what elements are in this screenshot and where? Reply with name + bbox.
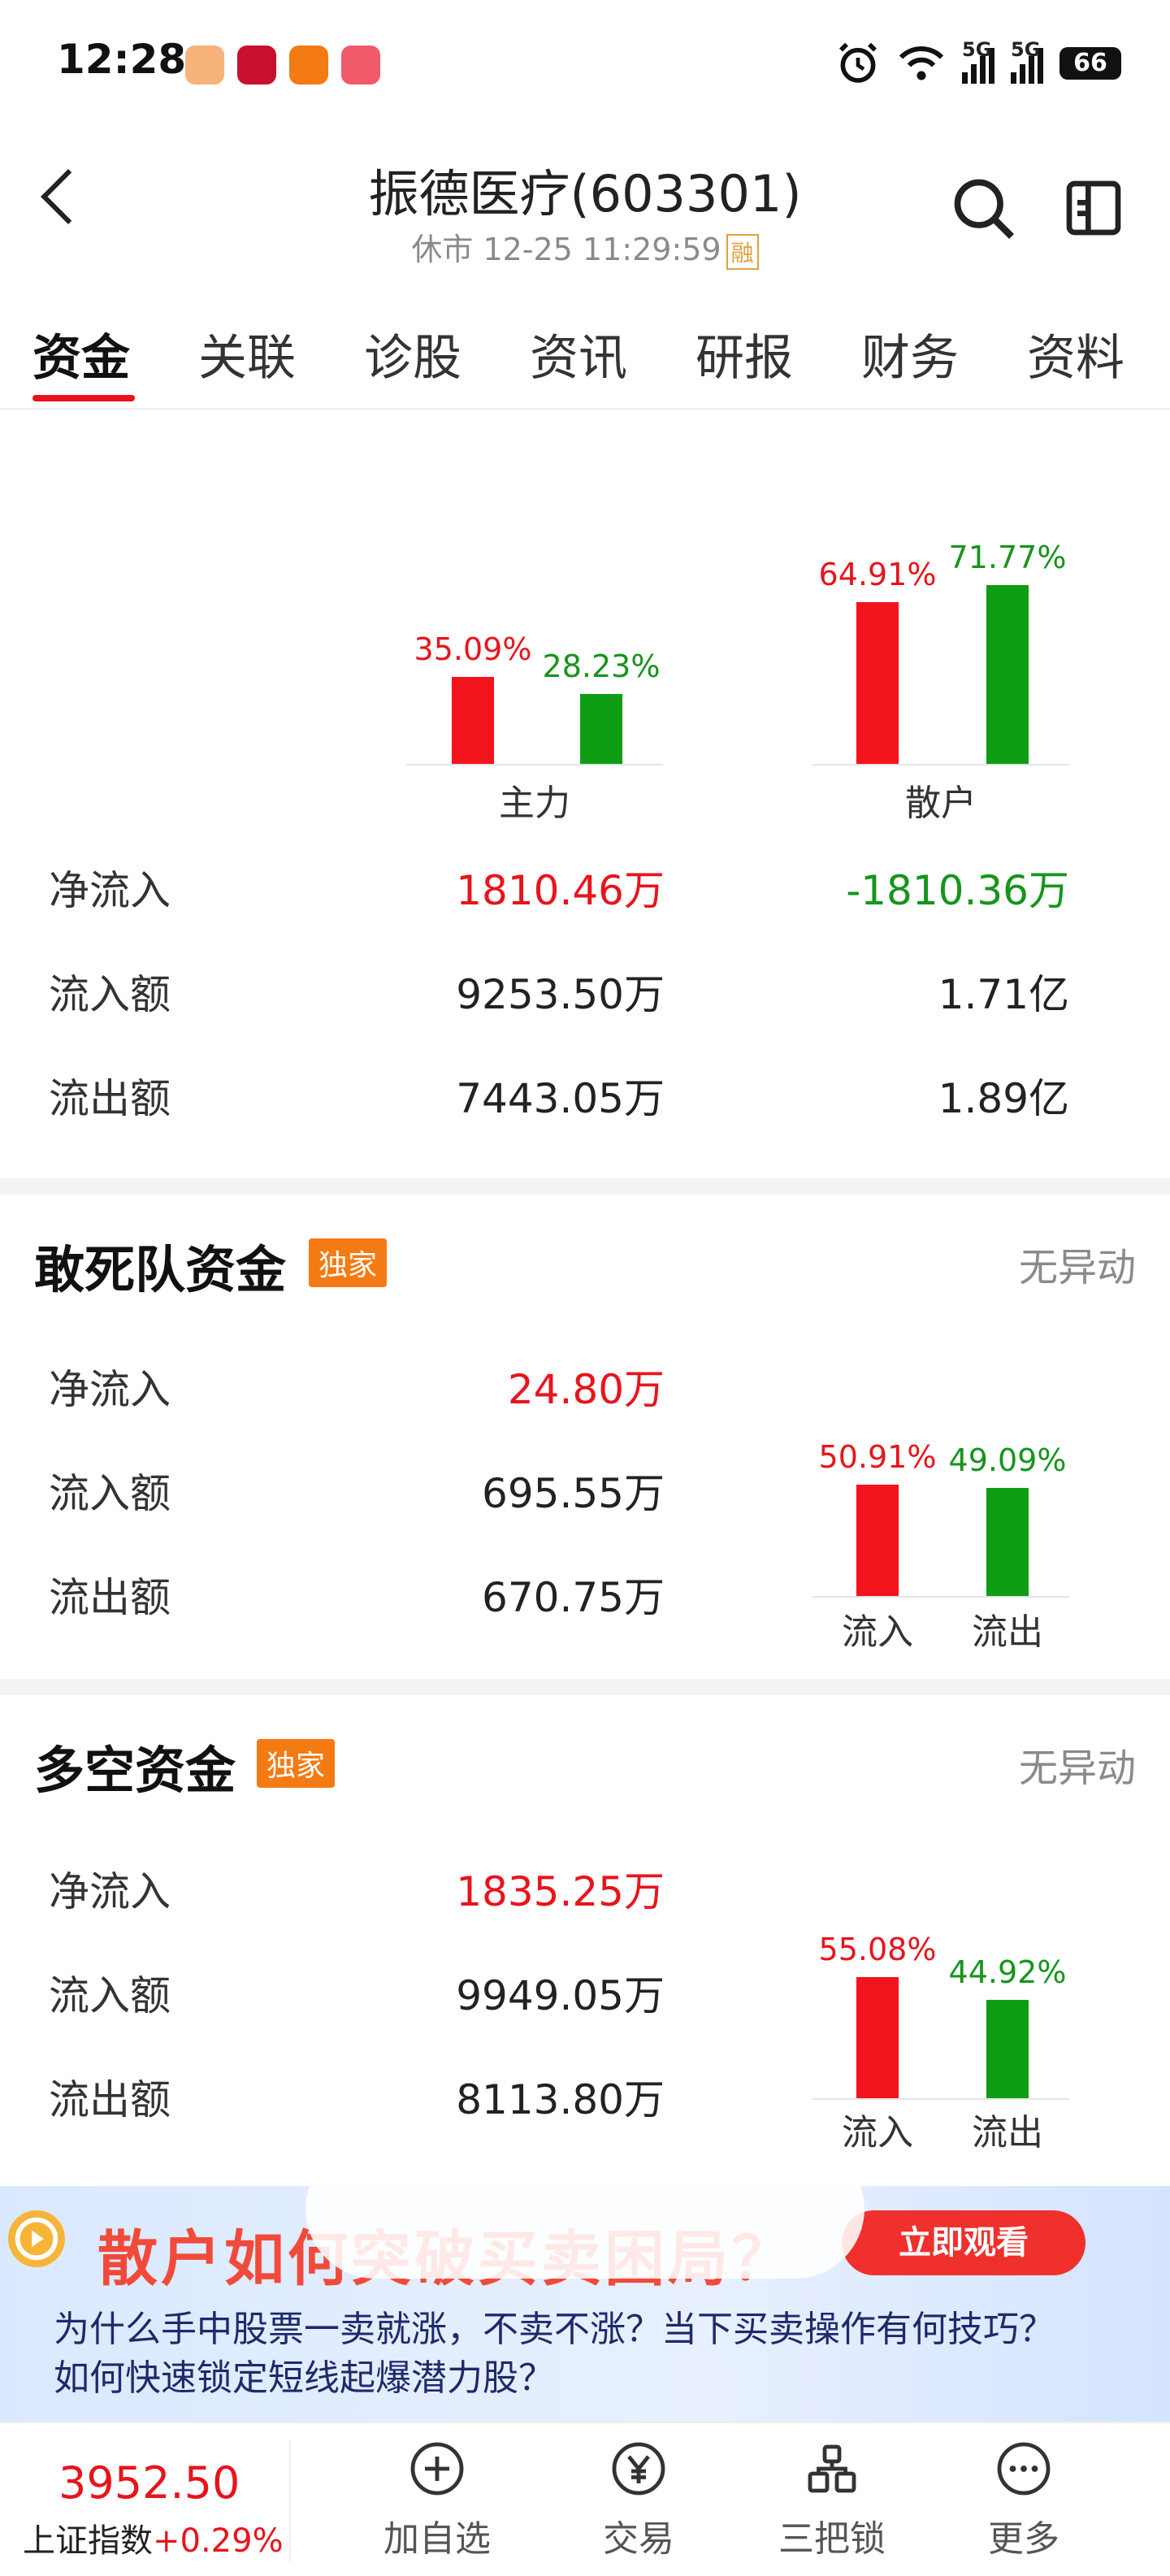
floating-overlay bbox=[306, 2139, 864, 2279]
battery-icon: 66 bbox=[1060, 47, 1121, 80]
ls-row-label-inflow: 流入额 bbox=[49, 1972, 171, 2019]
trade-button[interactable]: 交易 bbox=[557, 2439, 720, 2561]
dare-fund-status[interactable]: 无异动 bbox=[1019, 1235, 1136, 1292]
bar-main-outflow bbox=[580, 694, 622, 764]
ls-inflow-value: 9949.05万 bbox=[456, 1972, 665, 2019]
status-icons: 5G 5G 66 bbox=[835, 38, 1121, 86]
dare-inflow-value: 695.55万 bbox=[482, 1470, 665, 1517]
index-value[interactable]: 3952.50 bbox=[58, 2457, 240, 2509]
tab-related[interactable]: 关联 bbox=[198, 319, 296, 389]
bottom-divider bbox=[289, 2439, 291, 2561]
wifi-icon bbox=[899, 46, 944, 80]
retail-inflow-value: 1.71亿 bbox=[938, 971, 1069, 1018]
signal-icon-2: 5G bbox=[1011, 38, 1043, 84]
dare-bar-inflow bbox=[856, 1485, 899, 1596]
row-label-net: 净流入 bbox=[49, 867, 171, 914]
dare-fund-title: 敢死队资金 bbox=[34, 1240, 287, 1299]
main-net-value: 1810.46万 bbox=[456, 867, 665, 914]
network-label-1: 5G bbox=[962, 38, 992, 61]
banner-line-1: 为什么手中股票一卖就涨，不卖不涨？当下买卖操作有何技巧？ bbox=[54, 2309, 1055, 2350]
ls-row-label-net: 净流入 bbox=[49, 1868, 171, 1915]
ls-chart-axis bbox=[812, 2098, 1069, 2100]
shopping-app-icon bbox=[341, 46, 380, 85]
alarm-icon bbox=[839, 42, 877, 83]
tab-bar: 资金 关联 诊股 资讯 研报 财务 资料 bbox=[0, 319, 1170, 408]
share-icon[interactable] bbox=[1061, 176, 1126, 241]
more-label: 更多 bbox=[988, 2518, 1060, 2560]
add-watchlist-button[interactable]: 加自选 bbox=[356, 2439, 518, 2561]
row-label-outflow: 流出额 bbox=[49, 1075, 171, 1122]
chart-axis-retail bbox=[812, 764, 1069, 765]
app-notification-icon bbox=[185, 46, 224, 85]
row-label-inflow: 流入额 bbox=[49, 971, 171, 1018]
ls-pct-outflow: 44.92% bbox=[948, 1954, 1067, 1990]
longshort-fund-status[interactable]: 无异动 bbox=[1019, 1736, 1136, 1793]
ls-bar-inflow bbox=[856, 1977, 899, 2098]
group-label-main: 主力 bbox=[499, 783, 570, 824]
exclusive-badge-2: 独家 bbox=[257, 1739, 336, 1788]
more-button[interactable]: 更多 bbox=[942, 2439, 1105, 2561]
active-tab-indicator bbox=[32, 395, 135, 401]
dare-outflow-value: 670.75万 bbox=[482, 1574, 665, 1621]
three-locks-button[interactable]: 三把锁 bbox=[751, 2439, 913, 2561]
add-watchlist-label: 加自选 bbox=[384, 2518, 491, 2560]
search-icon[interactable] bbox=[949, 174, 1017, 242]
bar-retail-inflow bbox=[856, 602, 899, 764]
yen-icon bbox=[612, 2442, 665, 2496]
tab-diagnosis[interactable]: 诊股 bbox=[364, 319, 462, 389]
more-icon bbox=[997, 2442, 1051, 2496]
index-name: 上证指数 bbox=[23, 2522, 153, 2560]
dare-row-label-net: 净流入 bbox=[49, 1366, 171, 1413]
pct-retail-outflow: 71.77% bbox=[948, 540, 1067, 575]
tab-news[interactable]: 资讯 bbox=[530, 319, 627, 389]
section-divider-2 bbox=[0, 1679, 1170, 1695]
trade-label: 交易 bbox=[603, 2518, 674, 2560]
dare-row-label-inflow: 流入额 bbox=[49, 1470, 171, 1517]
status-time: 12:28 bbox=[57, 36, 187, 83]
watch-now-button[interactable]: 立即观看 bbox=[842, 2210, 1086, 2275]
dare-chart-axis bbox=[812, 1596, 1069, 1598]
chart-axis-main bbox=[406, 764, 663, 765]
tab-profile[interactable]: 资料 bbox=[1027, 319, 1124, 389]
retail-net-value: -1810.36万 bbox=[846, 867, 1069, 914]
dare-bar-outflow bbox=[986, 1488, 1029, 1596]
bottom-bar: 3952.50 上证指数+0.29% 加自选 交易 三把锁 更多 bbox=[0, 2422, 1170, 2576]
three-locks-label: 三把锁 bbox=[778, 2518, 886, 2560]
play-icon bbox=[8, 2210, 65, 2267]
ls-label-outflow: 流出 bbox=[972, 2112, 1043, 2153]
network-label-2: 5G bbox=[1011, 38, 1041, 61]
index-change: +0.29% bbox=[153, 2522, 284, 2560]
index-info[interactable]: 上证指数+0.29% bbox=[23, 2514, 284, 2561]
locks-icon bbox=[808, 2444, 856, 2493]
group-label-retail: 散户 bbox=[905, 783, 977, 824]
ls-row-label-outflow: 流出额 bbox=[49, 2076, 171, 2123]
exclusive-badge: 独家 bbox=[309, 1238, 388, 1287]
dare-pct-outflow: 49.09% bbox=[948, 1442, 1067, 1478]
dare-label-outflow: 流出 bbox=[972, 1611, 1043, 1653]
section-divider bbox=[0, 1178, 1170, 1195]
app-notification-icon-2 bbox=[289, 46, 328, 85]
dare-row-label-outflow: 流出额 bbox=[49, 1574, 171, 1621]
ls-outflow-value: 8113.80万 bbox=[456, 2076, 665, 2123]
bank-app-icon bbox=[237, 46, 276, 85]
banner-line-2: 如何快速锁定短线起爆潜力股？ bbox=[54, 2357, 554, 2399]
main-outflow-value: 7443.05万 bbox=[456, 1075, 665, 1122]
pct-main-outflow: 28.23% bbox=[542, 648, 661, 684]
margin-badge: 融 bbox=[726, 233, 759, 270]
bar-retail-outflow bbox=[986, 585, 1029, 764]
tab-finance[interactable]: 财务 bbox=[861, 319, 959, 389]
market-status-text: 休市 12-25 11:29:59 bbox=[411, 232, 722, 267]
ls-net-value: 1835.25万 bbox=[456, 1868, 665, 1915]
retail-outflow-value: 1.89亿 bbox=[938, 1075, 1069, 1122]
longshort-fund-title: 多空资金 bbox=[34, 1741, 236, 1800]
add-circle-icon bbox=[410, 2442, 464, 2496]
main-inflow-value: 9253.50万 bbox=[456, 971, 665, 1018]
divider bbox=[0, 408, 1170, 410]
ls-bar-outflow bbox=[986, 2000, 1029, 2098]
tab-research[interactable]: 研报 bbox=[696, 319, 793, 389]
signal-icon-1: 5G bbox=[962, 38, 994, 84]
bar-main-inflow bbox=[452, 677, 494, 764]
tab-fund[interactable]: 资金 bbox=[32, 319, 130, 389]
dare-net-value: 24.80万 bbox=[507, 1366, 665, 1413]
